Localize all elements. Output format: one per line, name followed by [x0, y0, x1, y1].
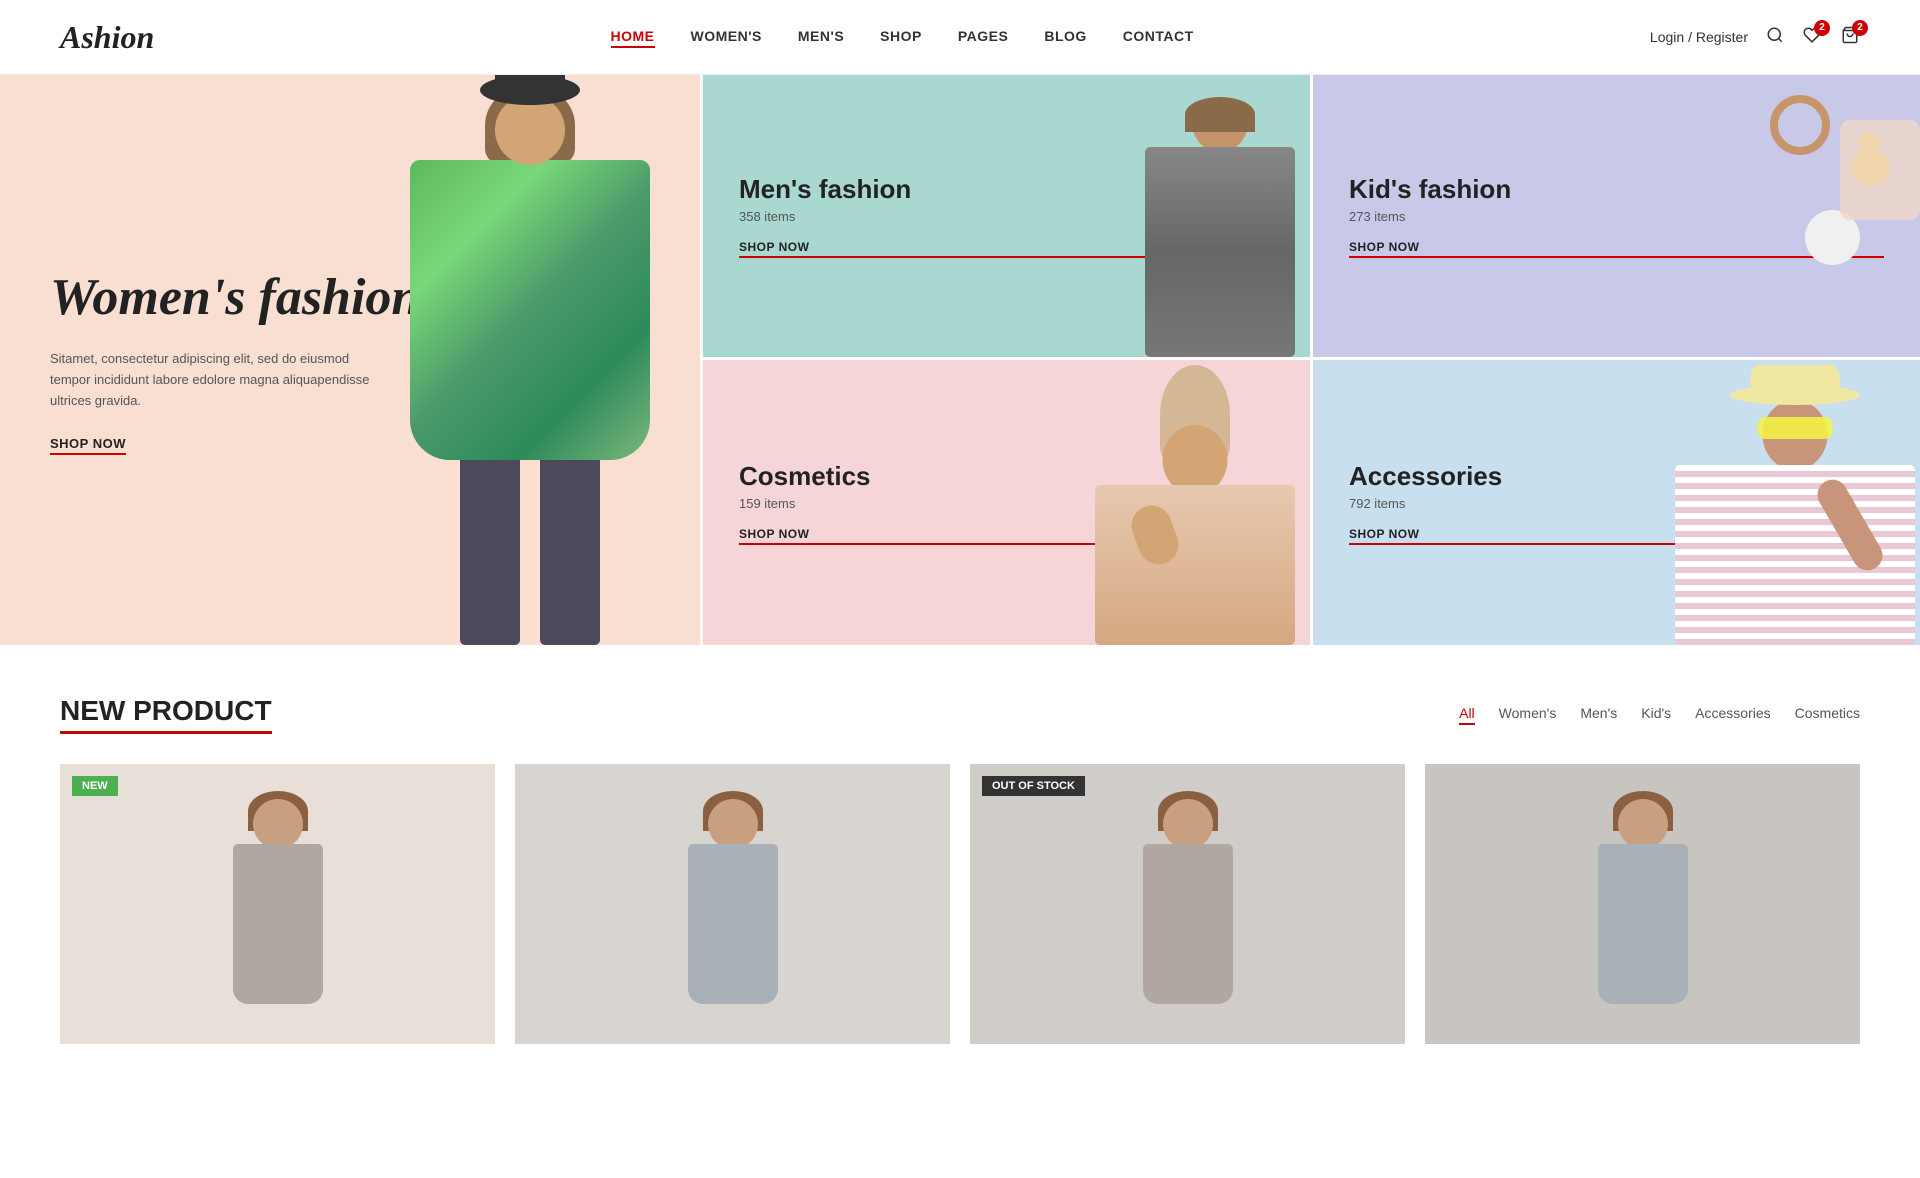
filter-tab-womens[interactable]: Women's	[1499, 705, 1557, 725]
hero-main-panel: Women's fashion Sitamet, consectetur adi…	[0, 75, 700, 645]
login-register-link[interactable]: Login / Register	[1650, 29, 1748, 45]
mens-fashion-panel[interactable]: Men's fashion 358 items SHOP NOW	[700, 75, 1310, 360]
kids-fashion-panel[interactable]: Kid's fashion 273 items SHOP NOW	[1310, 75, 1920, 360]
nav-item-mens[interactable]: MEN'S	[798, 28, 844, 44]
nav-item-shop[interactable]: SHOP	[880, 28, 922, 44]
model-leg-left	[460, 445, 520, 645]
person-body-2	[1143, 844, 1233, 1004]
person-head-0	[253, 799, 303, 849]
wishlist-button[interactable]: 2	[1802, 26, 1822, 49]
nav-item-pages[interactable]: PAGES	[958, 28, 1008, 44]
hero-shop-now-link[interactable]: SHOP NOW	[50, 436, 126, 455]
model-head	[495, 95, 565, 165]
filter-tabs: All Women's Men's Kid's Accessories Cosmetics	[1459, 705, 1860, 725]
product-card-2[interactable]: OUT OF STOCK	[970, 764, 1405, 1044]
hero-title: Women's fashion	[50, 267, 420, 329]
product-image-3	[1425, 764, 1860, 1044]
filter-tab-all[interactable]: All	[1459, 705, 1475, 725]
accessories-silhouette	[1665, 365, 1920, 645]
main-nav: HOME WOMEN'S MEN'S SHOP PAGES BLOG CONTACT	[611, 28, 1194, 46]
person-body-1	[688, 844, 778, 1004]
product-image-0	[60, 764, 495, 1044]
header-right: Login / Register 2 2	[1650, 26, 1860, 49]
mens-body	[1145, 147, 1295, 357]
logo[interactable]: Ashion	[60, 19, 154, 56]
cosmetics-panel[interactable]: Cosmetics 159 items SHOP NOW	[700, 360, 1310, 645]
nav-item-womens[interactable]: WOMEN'S	[691, 28, 762, 44]
cosmetics-figure	[1075, 365, 1310, 645]
accessories-figure	[1665, 365, 1920, 645]
cosmetics-body	[1095, 485, 1295, 645]
kids-clothes	[1840, 120, 1920, 220]
cosmetics-silhouette	[1075, 365, 1310, 645]
search-button[interactable]	[1766, 26, 1784, 49]
acc-hat-brim	[1730, 385, 1860, 405]
person-head-3	[1618, 799, 1668, 849]
section-header: NEW PRODUCT All Women's Men's Kid's Accessor…	[60, 695, 1860, 734]
kids-shop-now[interactable]: SHOP NOW	[1349, 240, 1884, 258]
product-card-3[interactable]	[1425, 764, 1860, 1044]
product-card-1[interactable]	[515, 764, 950, 1044]
product-badge-2: OUT OF STOCK	[982, 776, 1085, 796]
accessories-panel[interactable]: Accessories 792 items SHOP NOW	[1310, 360, 1920, 645]
sunglasses	[1758, 417, 1833, 439]
hero-text: Women's fashion Sitamet, consectetur adi…	[50, 267, 420, 454]
kids-cat-items: 273 items	[1349, 209, 1884, 224]
product-grid: NEW OUT OF STOCK	[60, 764, 1860, 1044]
model-leg-right	[540, 445, 600, 645]
new-product-title: NEW PRODUCT	[60, 695, 272, 734]
model-silhouette	[390, 85, 670, 645]
nav-item-contact[interactable]: CONTACT	[1123, 28, 1194, 44]
nav-item-home[interactable]: HOME	[611, 28, 655, 48]
cart-badge: 2	[1852, 20, 1868, 36]
kids-ring-toy	[1770, 95, 1830, 155]
filter-tab-cosmetics[interactable]: Cosmetics	[1795, 705, 1860, 725]
new-product-section: NEW PRODUCT All Women's Men's Kid's Accessor…	[0, 645, 1920, 1074]
cart-button[interactable]: 2	[1840, 26, 1860, 49]
hero-section: Women's fashion Sitamet, consectetur adi…	[0, 75, 1920, 645]
model-hat-top	[495, 75, 565, 85]
mens-hair	[1185, 97, 1255, 132]
mens-figure	[1100, 97, 1310, 357]
hero-description: Sitamet, consectetur adipiscing elit, se…	[50, 349, 370, 411]
kids-cat-title: Kid's fashion	[1349, 174, 1884, 205]
wishlist-badge: 2	[1814, 20, 1830, 36]
mens-silhouette	[1130, 97, 1310, 357]
filter-tab-accessories[interactable]: Accessories	[1695, 705, 1770, 725]
person-head-1	[708, 799, 758, 849]
person-head-2	[1163, 799, 1213, 849]
filter-tab-mens[interactable]: Men's	[1580, 705, 1617, 725]
model-body	[410, 160, 650, 460]
product-image-1	[515, 764, 950, 1044]
person-body-0	[233, 844, 323, 1004]
product-badge-0: NEW	[72, 776, 118, 796]
product-image-2	[970, 764, 1405, 1044]
nav-item-blog[interactable]: BLOG	[1044, 28, 1086, 44]
filter-tab-kids[interactable]: Kid's	[1641, 705, 1671, 725]
person-body-3	[1598, 844, 1688, 1004]
product-card-0[interactable]: NEW	[60, 764, 495, 1044]
header: Ashion HOME WOMEN'S MEN'S SHOP PAGES BLOG CONT…	[0, 0, 1920, 75]
